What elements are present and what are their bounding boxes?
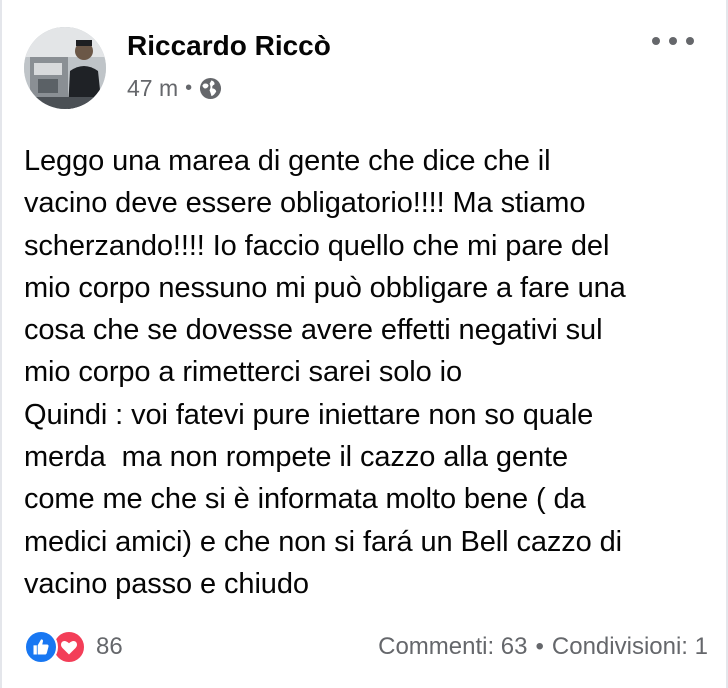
post-text-line: scherzando!!!! Io faccio quello che mi p… bbox=[24, 229, 610, 262]
avatar[interactable] bbox=[24, 27, 106, 109]
more-options-icon[interactable] bbox=[652, 26, 694, 56]
post-text-line: vacino deve essere obligatorio!!!! Ma st… bbox=[24, 187, 586, 220]
footer-separator: • bbox=[535, 633, 544, 660]
post-time[interactable]: 47 m bbox=[127, 75, 178, 102]
post-text-line: vacino passo e chiudo bbox=[24, 567, 309, 600]
post-meta: 47 m • bbox=[127, 75, 222, 102]
post-text-line: cosa che se dovesse avere effetti negati… bbox=[24, 314, 603, 347]
more-dot bbox=[652, 37, 660, 45]
comments-count[interactable]: Commenti: 63 bbox=[378, 633, 527, 660]
post-text-line: Quindi : voi fatevi pure iniettare non s… bbox=[24, 398, 594, 431]
author-name[interactable]: Riccardo Riccò bbox=[127, 30, 331, 62]
engagement-counts: Commenti: 63 • Condivisioni: 1 bbox=[378, 633, 708, 661]
post-footer: 86 Commenti: 63 • Condivisioni: 1 bbox=[24, 630, 708, 670]
post-header: Riccardo Riccò 47 m • bbox=[24, 22, 704, 112]
like-icon bbox=[24, 630, 58, 664]
post-text-line: merda ma non rompete il cazzo alla gente bbox=[24, 441, 568, 474]
more-dot bbox=[669, 37, 677, 45]
reactions-summary[interactable]: 86 bbox=[24, 630, 123, 664]
avatar-photo bbox=[24, 27, 106, 109]
post-text-line: Leggo una marea di gente che dice che il bbox=[24, 145, 551, 177]
post-text-line: mio corpo nessuno mi può obbligare a far… bbox=[24, 271, 626, 304]
post-text-line: mio corpo a rimetterci sarei solo io bbox=[24, 356, 462, 389]
reaction-count: 86 bbox=[96, 633, 123, 660]
globe-icon[interactable] bbox=[199, 77, 222, 100]
shares-count[interactable]: Condivisioni: 1 bbox=[552, 633, 708, 660]
post-text: Leggo una marea di gente che dice che il… bbox=[24, 140, 714, 605]
post-text-line: come me che si è informata molto bene ( … bbox=[24, 483, 586, 516]
post-text-line: medici amici) e che non si fará un Bell … bbox=[24, 525, 623, 558]
meta-separator: • bbox=[185, 77, 193, 99]
more-dot bbox=[686, 37, 694, 45]
facebook-post: Riccardo Riccò 47 m • Leggo una marea di… bbox=[0, 0, 728, 688]
